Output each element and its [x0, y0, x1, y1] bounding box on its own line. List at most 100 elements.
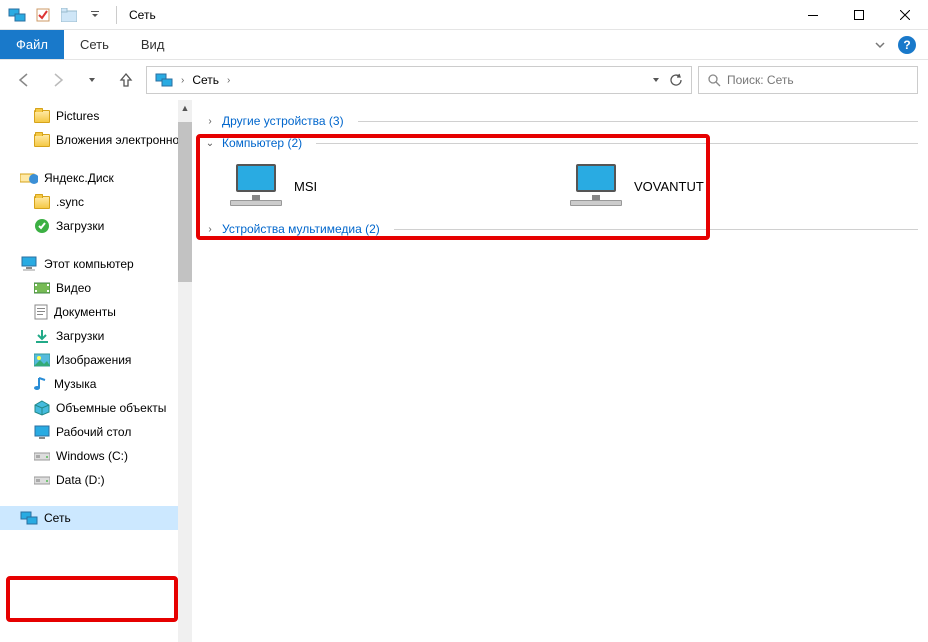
computer-icon: [228, 162, 284, 210]
qat-folder-icon[interactable]: [58, 4, 80, 26]
help-icon[interactable]: ?: [898, 36, 916, 54]
folder-icon: [34, 196, 50, 209]
search-placeholder: Поиск: Сеть: [727, 73, 794, 87]
sidebar-item[interactable]: Data (D:): [0, 468, 178, 492]
sidebar-item-label: Pictures: [56, 109, 99, 123]
sidebar-item[interactable]: Объемные объекты: [0, 396, 178, 420]
sidebar-item-label: Вложения электронной почты: [56, 133, 178, 147]
quick-access-toolbar: [0, 4, 112, 26]
sidebar-item[interactable]: Загрузки: [0, 324, 178, 348]
sidebar-item[interactable]: Рабочий стол: [0, 420, 178, 444]
sidebar-item-label: Яндекс.Диск: [44, 171, 114, 185]
sidebar-item-label: Сеть: [44, 511, 71, 525]
sidebar-item-label: .sync: [56, 195, 84, 209]
sidebar-container: Pictures Вложения электронной почты Яндекс…: [0, 100, 192, 642]
sidebar-item[interactable]: Pictures: [0, 104, 178, 128]
sidebar-scrollbar[interactable]: ▲: [178, 100, 192, 642]
address-bar[interactable]: › Сеть ›: [146, 66, 692, 94]
recent-dropdown-icon[interactable]: [78, 66, 106, 94]
scroll-thumb[interactable]: [178, 122, 192, 282]
chevron-right-icon[interactable]: ›: [204, 224, 216, 235]
sidebar-item[interactable]: Сеть: [0, 506, 178, 530]
sidebar-item[interactable]: Музыка: [0, 372, 178, 396]
computer-name: VOVANTUT: [634, 179, 704, 194]
group-label: Другие устройства (3): [222, 114, 344, 128]
group-header[interactable]: ⌄Компьютер (2): [204, 132, 918, 154]
download-icon: [34, 328, 50, 344]
sidebar-item[interactable]: Документы: [0, 300, 178, 324]
explorer-body: Pictures Вложения электронной почты Яндекс…: [0, 100, 928, 642]
network-icon: [20, 510, 38, 526]
docs-icon: [34, 304, 48, 320]
up-button[interactable]: [112, 66, 140, 94]
breadcrumb-chevron-icon[interactable]: ›: [227, 75, 230, 86]
desktop-icon: [34, 425, 50, 439]
sidebar-item-label: Data (D:): [56, 473, 105, 487]
group-header[interactable]: ›Устройства мультимедиа (2): [204, 218, 918, 240]
content-pane: › Другие устройства (3) ⌄Компьютер (2) MSI V…: [192, 100, 928, 642]
sidebar-item-label: Объемные объекты: [56, 401, 166, 415]
chevron-right-icon[interactable]: ›: [204, 116, 216, 127]
close-button[interactable]: [882, 0, 928, 30]
network-app-icon: [6, 4, 28, 26]
folder-icon: [34, 134, 50, 147]
folder-icon: [34, 110, 50, 123]
window-title: Сеть: [121, 8, 156, 22]
search-input[interactable]: Поиск: Сеть: [698, 66, 918, 94]
maximize-button[interactable]: [836, 0, 882, 30]
sidebar-item[interactable]: Яндекс.Диск: [0, 166, 178, 190]
ribbon-tab-view[interactable]: Вид: [125, 30, 181, 59]
back-button[interactable]: [10, 66, 38, 94]
titlebar: Сеть: [0, 0, 928, 30]
ribbon-file-tab[interactable]: Файл: [0, 30, 64, 59]
cube-icon: [34, 400, 50, 416]
properties-icon[interactable]: [32, 4, 54, 26]
sidebar-item[interactable]: .sync: [0, 190, 178, 214]
group-divider: [358, 121, 918, 122]
qat-dropdown-icon[interactable]: [84, 4, 106, 26]
group-items: MSI VOVANTUT: [200, 154, 918, 218]
images-icon: [34, 353, 50, 367]
refresh-button[interactable]: [669, 73, 683, 87]
window-controls: [790, 0, 928, 30]
drive-icon: [34, 450, 50, 462]
search-icon: [707, 73, 721, 87]
navigation-bar: › Сеть › Поиск: Сеть: [0, 60, 928, 100]
sidebar-item[interactable]: Этот компьютер: [0, 252, 178, 276]
address-root-icon[interactable]: [151, 72, 177, 88]
breadcrumb-chevron-icon[interactable]: ›: [181, 75, 184, 86]
address-dropdown-icon[interactable]: [651, 75, 661, 85]
network-computer-item[interactable]: VOVANTUT: [568, 162, 868, 210]
sidebar-item-label: Документы: [54, 305, 116, 319]
ribbon-tab-network[interactable]: Сеть: [64, 30, 125, 59]
sidebar-item-label: Загрузки: [56, 219, 104, 233]
sidebar-item[interactable]: Изображения: [0, 348, 178, 372]
sidebar-item-label: Загрузки: [56, 329, 104, 343]
sidebar-item[interactable]: Вложения электронной почты: [0, 128, 178, 152]
sidebar-item[interactable]: Загрузки: [0, 214, 178, 238]
sync-icon: [34, 218, 50, 234]
group-divider: [316, 143, 918, 144]
sidebar-item-label: Изображения: [56, 353, 131, 367]
sidebar-item-label: Рабочий стол: [56, 425, 131, 439]
drive-icon: [34, 474, 50, 486]
sidebar-item-label: Этот компьютер: [44, 257, 134, 271]
sidebar-item[interactable]: Windows (C:): [0, 444, 178, 468]
navigation-pane: Pictures Вложения электронной почты Яндекс…: [0, 100, 178, 642]
forward-button[interactable]: [44, 66, 72, 94]
ribbon: Файл Сеть Вид ?: [0, 30, 928, 60]
sidebar-item[interactable]: Видео: [0, 276, 178, 300]
scroll-up-icon[interactable]: ▲: [178, 100, 192, 116]
chevron-down-icon[interactable]: ⌄: [204, 138, 216, 149]
sidebar-item-label: Windows (C:): [56, 449, 128, 463]
minimize-button[interactable]: [790, 0, 836, 30]
breadcrumb-network[interactable]: Сеть: [188, 73, 223, 87]
titlebar-separator: [116, 6, 117, 24]
network-computer-item[interactable]: MSI: [228, 162, 528, 210]
yadisk-icon: [20, 171, 38, 185]
pc-icon: [20, 256, 38, 272]
group-header[interactable]: › Другие устройства (3): [204, 110, 918, 132]
video-icon: [34, 281, 50, 295]
computer-name: MSI: [294, 179, 317, 194]
ribbon-expand-icon[interactable]: [874, 39, 886, 51]
